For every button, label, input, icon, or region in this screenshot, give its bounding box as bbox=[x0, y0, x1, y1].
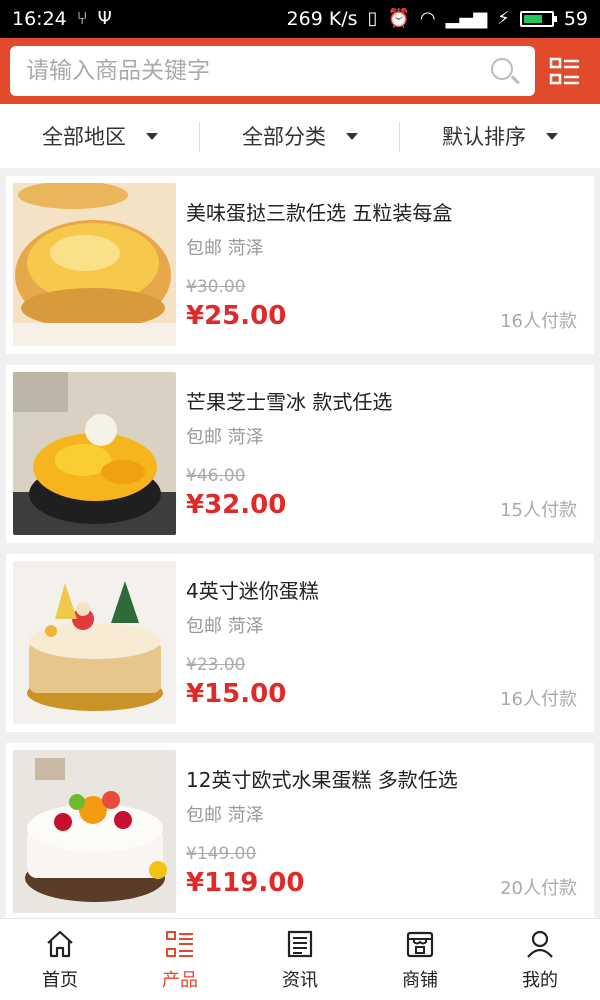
filter-label: 默认排序 bbox=[442, 125, 526, 149]
nav-home[interactable]: 首页 bbox=[0, 919, 120, 1000]
app-header bbox=[0, 38, 600, 104]
original-price: ¥46.00 bbox=[186, 466, 246, 486]
battery-icon bbox=[519, 11, 557, 27]
nav-news[interactable]: 资讯 bbox=[240, 919, 360, 1000]
product-meta: 包邮 菏泽 bbox=[186, 805, 264, 826]
search-box[interactable] bbox=[10, 46, 535, 96]
original-price: ¥149.00 bbox=[186, 844, 257, 864]
status-bar: 16:24 ⑂ Ψ 269 K/s ▯ ⏰ ◠ ▂▄▆ ⚡ 59 bbox=[0, 0, 600, 38]
search-input[interactable] bbox=[26, 58, 489, 84]
caret-down-icon bbox=[146, 132, 158, 140]
list-menu-icon[interactable] bbox=[549, 55, 581, 87]
alarm-icon: ⏰ bbox=[387, 8, 410, 29]
sale-price: ¥25.00 bbox=[186, 301, 287, 331]
product-image-mini-cake[interactable] bbox=[13, 561, 176, 724]
sale-price: ¥32.00 bbox=[186, 490, 287, 520]
nav-label: 产品 bbox=[162, 969, 198, 991]
user-icon bbox=[527, 930, 553, 958]
filter-category[interactable]: 全部分类 bbox=[200, 104, 400, 168]
nav-profile[interactable]: 我的 bbox=[480, 919, 600, 1000]
nav-store[interactable]: 商铺 bbox=[360, 919, 480, 1000]
store-icon bbox=[406, 931, 434, 957]
product-card[interactable]: 4英寸迷你蛋糕 包邮 菏泽 ¥23.00 ¥15.00 16人付款 bbox=[6, 554, 594, 732]
product-card[interactable]: 12英寸欧式水果蛋糕 多款任选 包邮 菏泽 ¥149.00 ¥119.00 20… bbox=[6, 743, 594, 918]
charging-icon: ⚡ bbox=[497, 8, 510, 29]
status-time: 16:24 bbox=[12, 8, 67, 30]
original-price: ¥30.00 bbox=[186, 277, 246, 297]
nav-products[interactable]: 产品 bbox=[120, 919, 240, 1000]
original-price: ¥23.00 bbox=[186, 655, 246, 675]
filter-sort[interactable]: 默认排序 bbox=[400, 104, 600, 168]
usb-icon: Ψ bbox=[97, 8, 112, 29]
network-speed: 269 K/s bbox=[286, 8, 358, 30]
product-image-mango-bingsu[interactable] bbox=[13, 372, 176, 535]
product-image-egg-tart[interactable] bbox=[13, 183, 176, 346]
nav-label: 我的 bbox=[522, 969, 558, 991]
payment-count: 20人付款 bbox=[500, 878, 577, 899]
filter-region[interactable]: 全部地区 bbox=[0, 104, 200, 168]
caret-down-icon bbox=[346, 132, 358, 140]
filter-label: 全部分类 bbox=[242, 125, 326, 149]
product-card[interactable]: 芒果芝士雪冰 款式任选 包邮 菏泽 ¥46.00 ¥32.00 15人付款 bbox=[6, 365, 594, 543]
product-card[interactable]: 美味蛋挞三款任选 五粒装每盒 包邮 菏泽 ¥30.00 ¥25.00 16人付款 bbox=[6, 176, 594, 354]
product-list-icon bbox=[166, 930, 193, 957]
bottom-navigation: 首页 产品 资讯 商铺 我的 bbox=[0, 918, 600, 1000]
caret-down-icon bbox=[546, 132, 558, 140]
network-share-icon: ⑂ bbox=[76, 8, 88, 29]
signal-icon: ▂▄▆ bbox=[445, 8, 488, 29]
product-list: 美味蛋挞三款任选 五粒装每盒 包邮 菏泽 ¥30.00 ¥25.00 16人付款… bbox=[0, 168, 600, 918]
vibrate-icon: ▯ bbox=[367, 8, 378, 29]
sale-price: ¥15.00 bbox=[186, 679, 287, 709]
product-title[interactable]: 芒果芝士雪冰 款式任选 bbox=[186, 386, 587, 415]
nav-label: 商铺 bbox=[402, 969, 438, 991]
nav-label: 首页 bbox=[42, 969, 78, 991]
product-meta: 包邮 菏泽 bbox=[186, 427, 264, 448]
sale-price: ¥119.00 bbox=[186, 868, 305, 898]
product-meta: 包邮 菏泽 bbox=[186, 238, 264, 259]
payment-count: 16人付款 bbox=[500, 689, 577, 710]
product-title[interactable]: 美味蛋挞三款任选 五粒装每盒 bbox=[186, 197, 587, 226]
home-icon bbox=[47, 930, 73, 957]
filter-bar: 全部地区 全部分类 默认排序 bbox=[0, 104, 600, 168]
product-meta: 包邮 菏泽 bbox=[186, 616, 264, 637]
search-icon[interactable] bbox=[489, 56, 520, 86]
product-title[interactable]: 4英寸迷你蛋糕 bbox=[186, 575, 587, 604]
nav-label: 资讯 bbox=[282, 969, 318, 991]
filter-label: 全部地区 bbox=[42, 125, 126, 149]
news-icon bbox=[287, 930, 313, 957]
battery-level: 59 bbox=[563, 8, 588, 30]
wifi-icon: ◠ bbox=[419, 8, 436, 29]
product-title[interactable]: 12英寸欧式水果蛋糕 多款任选 bbox=[186, 764, 587, 793]
product-image-fruit-cake[interactable] bbox=[13, 750, 176, 913]
payment-count: 15人付款 bbox=[500, 500, 577, 521]
payment-count: 16人付款 bbox=[500, 311, 577, 332]
